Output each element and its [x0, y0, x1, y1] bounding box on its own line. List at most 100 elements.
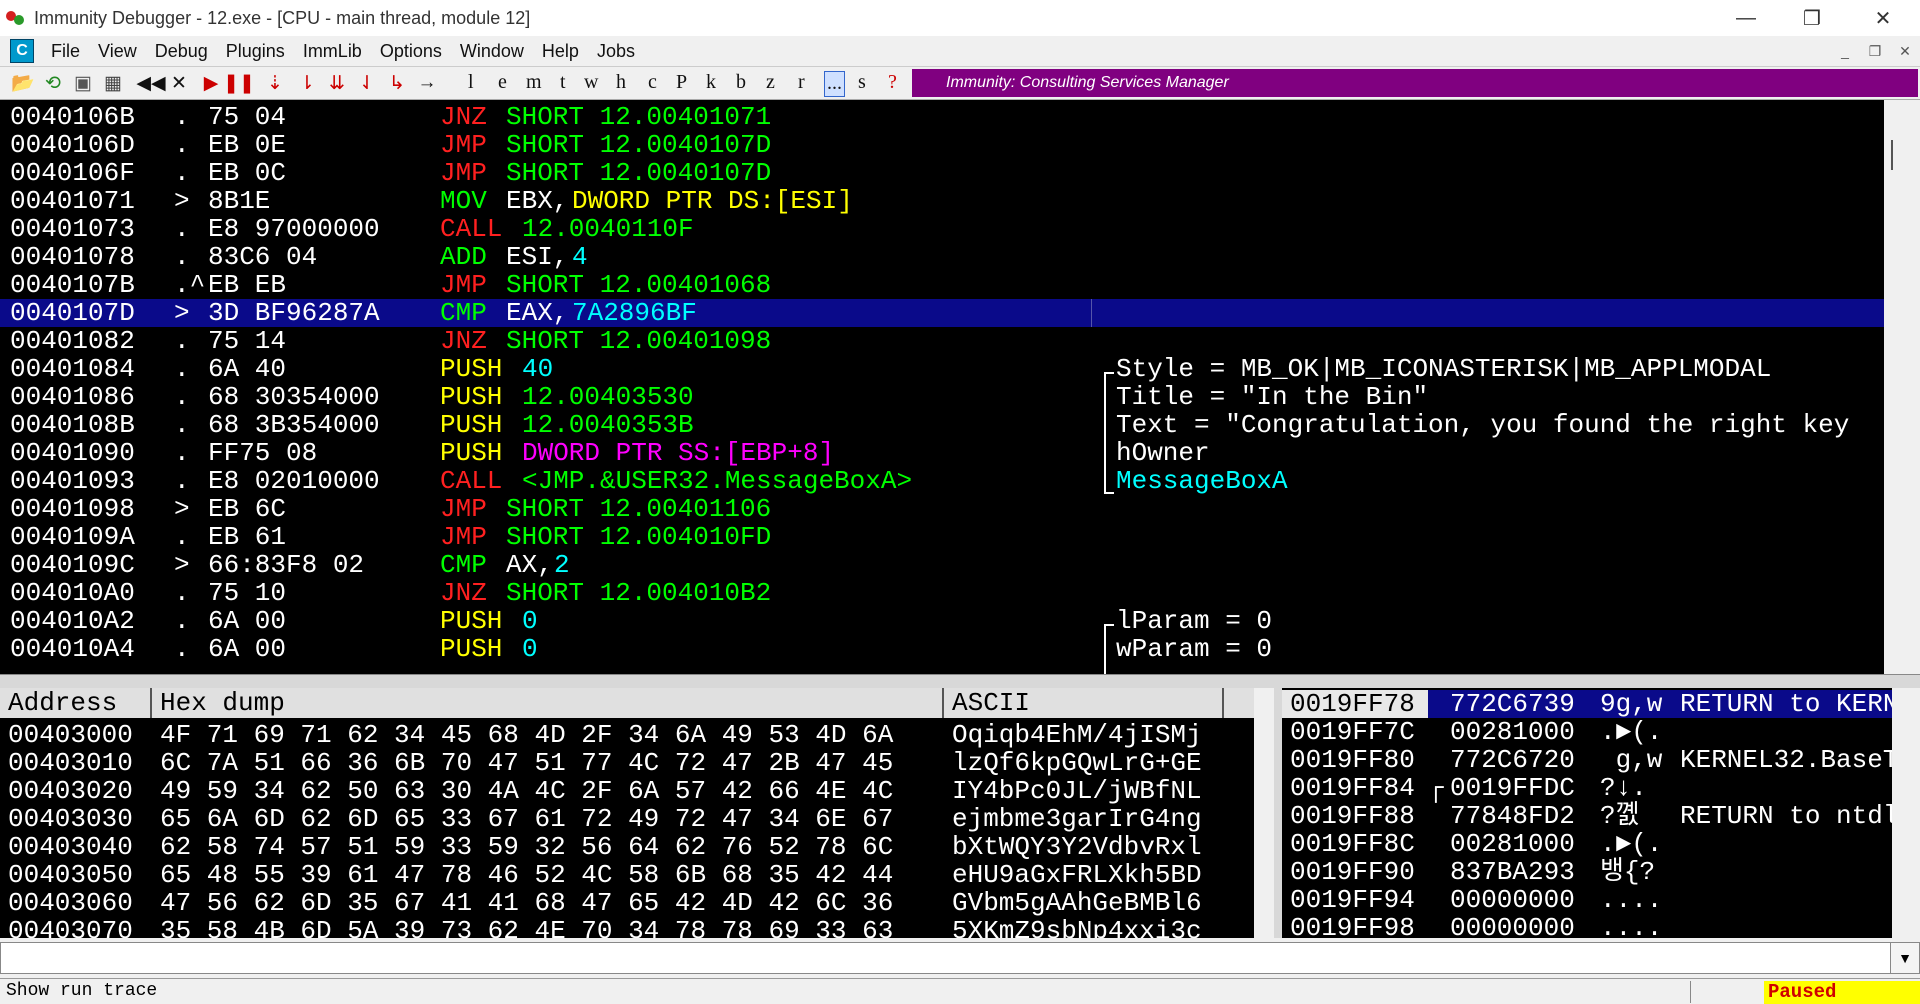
menu-debug[interactable]: Debug	[146, 41, 217, 62]
cpu-window-icon[interactable]: C	[10, 39, 34, 63]
menu-jobs[interactable]: Jobs	[588, 41, 644, 62]
dump-scrollbar[interactable]	[1254, 688, 1274, 938]
disasm-row[interactable]: 004010A4 . 6A 00 PUSH 0 wParam = 0	[0, 635, 1884, 663]
mdi-minimize-button[interactable]: _	[1834, 40, 1856, 62]
dump-row[interactable]: 00403070 35 58 4B 6D 5A 39 73 62 4E 70 3…	[0, 917, 1202, 938]
memory-dump-pane[interactable]: Address Hex dump ASCII 00403000 4F 71 69…	[0, 688, 1254, 938]
menu-file[interactable]: File	[42, 41, 89, 62]
stack-row[interactable]: 0019FF88 77848FD2 ?꼜 RETURN to ntdll.778…	[1282, 802, 1892, 830]
execute-till-return-icon[interactable]: ↳	[384, 71, 410, 95]
trace-over-icon[interactable]: ⇃	[354, 71, 380, 95]
stop-icon[interactable]: ✕	[168, 71, 190, 95]
disasm-row[interactable]: 00401073 . E8 97000000 CALL 12.0040110F	[0, 215, 1884, 243]
cpu-scrollbar[interactable]	[1884, 100, 1904, 674]
stack-row[interactable]: 0019FF94 00000000 ....	[1282, 886, 1892, 914]
disasm-row[interactable]: 0040106D . EB 0E JMP SHORT 12.0040107D	[0, 131, 1884, 159]
toolbar-cpu-button[interactable]: c	[648, 71, 657, 95]
disasm-address: 00401093	[10, 466, 135, 496]
dump-header-address[interactable]: Address	[0, 688, 152, 718]
toolbar-handles-button[interactable]: h	[616, 71, 626, 95]
dump-row[interactable]: 00403010 6C 7A 51 66 36 6B 70 47 51 77 4…	[0, 749, 1202, 777]
stack-row[interactable]: 0019FF98 00000000 ....	[1282, 914, 1892, 938]
dump-row[interactable]: 00403050 65 48 55 39 61 47 78 46 52 4C 5…	[0, 861, 1202, 889]
rewind-icon[interactable]: ◀◀	[136, 71, 165, 95]
disasm-row[interactable]: 0040108B . 68 3B354000 PUSH 12.0040353B …	[0, 411, 1884, 439]
cpu-scroll-thumb[interactable]	[1891, 140, 1893, 170]
step-into-icon[interactable]: ⇣	[262, 71, 288, 95]
disasm-row[interactable]: 0040109C > 66:83F8 02 CMP AX, 2	[0, 551, 1884, 579]
menu-help[interactable]: Help	[533, 41, 588, 62]
stack-pane[interactable]: 0019FF78 772C6739 9g,w RETURN to KERNEL3…	[1282, 688, 1892, 938]
dump-stack-splitter[interactable]	[1274, 688, 1282, 938]
stack-scrollbar[interactable]	[1892, 688, 1920, 938]
menu-window[interactable]: Window	[451, 41, 533, 62]
disasm-row[interactable]: 00401084 . 6A 40 PUSH 40 Style = MB_OK|M…	[0, 355, 1884, 383]
disasm-row[interactable]: 00401090 . FF75 08 PUSH DWORD PTR SS:[EB…	[0, 439, 1884, 467]
close-program-icon[interactable]: ▣	[70, 71, 96, 95]
toolbar-breakpoints-button[interactable]: b	[736, 71, 746, 95]
toolbar-windows-button[interactable]: w	[584, 71, 598, 95]
toolbar-help-button[interactable]: ?	[888, 71, 897, 95]
disasm-row[interactable]: 0040106F . EB 0C JMP SHORT 12.0040107D	[0, 159, 1884, 187]
disasm-row-selected[interactable]: 0040107D > 3D BF96287A CMP EAX, 7A2896BF	[0, 299, 1884, 327]
disasm-row[interactable]: 0040109A . EB 61 JMP SHORT 12.004010FD	[0, 523, 1884, 551]
stack-row[interactable]: 0019FF84 ┌ 0019FFDC ?↓.	[1282, 774, 1892, 802]
step-over-icon[interactable]: ⇂	[294, 71, 320, 95]
restart-icon[interactable]: ⟲	[40, 71, 66, 95]
dump-header-ascii[interactable]: ASCII	[944, 688, 1224, 718]
disasm-row[interactable]: 00401082 . 75 14 JNZ SHORT 12.00401098	[0, 327, 1884, 355]
disasm-row[interactable]: 00401078 . 83C6 04 ADD ESI, 4	[0, 243, 1884, 271]
menu-options[interactable]: Options	[371, 41, 451, 62]
command-line-input[interactable]	[0, 942, 1900, 974]
disasm-row[interactable]: 0040106B . 75 04 JNZ SHORT 12.00401071	[0, 103, 1884, 131]
toolbar-log-button[interactable]: l	[468, 71, 474, 95]
mdi-close-button[interactable]: ✕	[1894, 40, 1916, 62]
disasm-row[interactable]: 004010A0 . 75 10 JNZ SHORT 12.004010B2	[0, 579, 1884, 607]
toolbar-run-trace-button[interactable]: ...	[824, 71, 845, 97]
stack-row[interactable]: 0019FF8C 00281000 .►(.	[1282, 830, 1892, 858]
disasm-row[interactable]: 00401086 . 68 30354000 PUSH 12.00403530 …	[0, 383, 1884, 411]
mdi-restore-button[interactable]: ❐	[1864, 40, 1886, 62]
cpu-disassembly-pane[interactable]: 0040106B . 75 04 JNZ SHORT 12.00401071 0…	[0, 100, 1884, 674]
consulting-services-banner[interactable]: Immunity: Consulting Services Manager	[912, 69, 1918, 97]
disasm-row[interactable]: 00401071 > 8B1E MOV EBX, DWORD PTR DS:[E…	[0, 187, 1884, 215]
trace-into-icon[interactable]: ⇊	[324, 71, 350, 95]
command-history-dropdown[interactable]: ▼	[1890, 942, 1920, 974]
run-icon[interactable]: ▶	[200, 71, 222, 95]
menu-immlib[interactable]: ImmLib	[294, 41, 371, 62]
toolbar-threads-button[interactable]: t	[560, 71, 566, 95]
restore-button[interactable]: ❐	[1782, 0, 1842, 36]
stack-row[interactable]: 0019FF80 772C6720 g,w KERNEL32.BaseThrea…	[1282, 746, 1892, 774]
toolbar-call-stack-button[interactable]: k	[706, 71, 716, 95]
dump-row[interactable]: 00403030 65 6A 6D 62 6D 65 33 67 61 72 4…	[0, 805, 1202, 833]
toolbar-executable-modules-button[interactable]: e	[498, 71, 507, 95]
disasm-row[interactable]: 004010A2 . 6A 00 PUSH 0 lParam = 0	[0, 607, 1884, 635]
stack-value: 772C6720	[1450, 745, 1575, 775]
dump-row[interactable]: 00403060 47 56 62 6D 35 67 41 41 68 47 6…	[0, 889, 1202, 917]
toolbar-source-button[interactable]: s	[858, 71, 866, 95]
toolbar-patches-button[interactable]: P	[676, 71, 687, 95]
menu-plugins[interactable]: Plugins	[217, 41, 294, 62]
disasm-row[interactable]: 0040107B .^ EB EB JMP SHORT 12.00401068	[0, 271, 1884, 299]
dump-header-hex[interactable]: Hex dump	[152, 688, 944, 718]
minimize-button[interactable]: —	[1716, 0, 1776, 36]
dump-row[interactable]: 00403020 49 59 34 62 50 63 30 4A 4C 2F 6…	[0, 777, 1202, 805]
stack-row[interactable]: 0019FF7C 00281000 .►(.	[1282, 718, 1892, 746]
open-folder-icon[interactable]: 📂	[10, 71, 36, 95]
disasm-row[interactable]: 00401098 > EB 6C JMP SHORT 12.00401106	[0, 495, 1884, 523]
dump-row[interactable]: 00403000 4F 71 69 71 62 34 45 68 4D 2F 3…	[0, 721, 1202, 749]
attach-icon[interactable]: ▦	[100, 71, 126, 95]
toolbar-hw-breakpoints-button[interactable]: z	[766, 71, 775, 95]
toolbar-memory-button[interactable]: m	[526, 71, 542, 95]
toolbar-references-button[interactable]: r	[798, 71, 805, 95]
close-button[interactable]: ✕	[1853, 0, 1913, 36]
disasm-row[interactable]: 00401093 . E8 02010000 CALL <JMP.&USER32…	[0, 467, 1884, 495]
pause-icon[interactable]: ❚❚	[223, 71, 255, 95]
dump-row[interactable]: 00403040 62 58 74 57 51 59 33 59 32 56 6…	[0, 833, 1202, 861]
menu-view[interactable]: View	[89, 41, 146, 62]
stack-value: 0019FFDC	[1450, 773, 1575, 803]
stack-row-top[interactable]: 0019FF78 772C6739 9g,w RETURN to KERNEL3…	[1282, 690, 1892, 718]
go-to-icon[interactable]: →	[414, 71, 440, 95]
status-bar: Show run trace Paused	[0, 978, 1920, 1004]
stack-row[interactable]: 0019FF90 837BA293 뱅{?	[1282, 858, 1892, 886]
